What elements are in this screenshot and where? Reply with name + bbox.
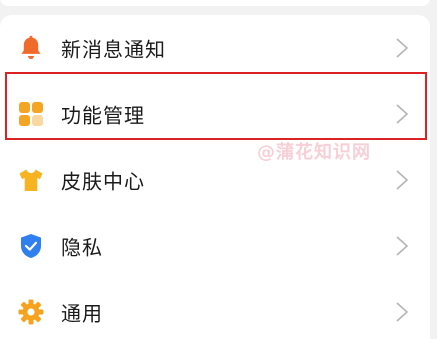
- tshirt-icon: [17, 166, 45, 194]
- bell-icon: [17, 34, 45, 62]
- menu-label: 隐私: [61, 235, 103, 260]
- grid-icon: [17, 100, 45, 128]
- settings-menu: 新消息通知 功能管理 皮肤中心 隐私 通用: [0, 15, 430, 339]
- menu-item-general[interactable]: 通用: [0, 279, 430, 339]
- menu-label: 皮肤中心: [61, 169, 145, 194]
- menu-item-privacy[interactable]: 隐私: [0, 213, 430, 279]
- settings-screen: 新消息通知 功能管理 皮肤中心 隐私 通用 @蒲花知识网: [0, 0, 437, 339]
- menu-item-notifications[interactable]: 新消息通知: [0, 15, 430, 81]
- chevron-right-icon: [395, 235, 409, 257]
- chevron-right-icon: [395, 301, 409, 323]
- menu-label: 新消息通知: [61, 37, 166, 62]
- chevron-right-icon: [395, 37, 409, 59]
- previous-card: [0, 0, 430, 6]
- chevron-right-icon: [395, 169, 409, 191]
- menu-label: 通用: [61, 301, 103, 326]
- watermark: @蒲花知识网: [257, 142, 371, 163]
- chevron-right-icon: [395, 103, 409, 125]
- gear-icon: [17, 298, 45, 326]
- shield-icon: [17, 232, 45, 260]
- menu-label: 功能管理: [61, 103, 145, 128]
